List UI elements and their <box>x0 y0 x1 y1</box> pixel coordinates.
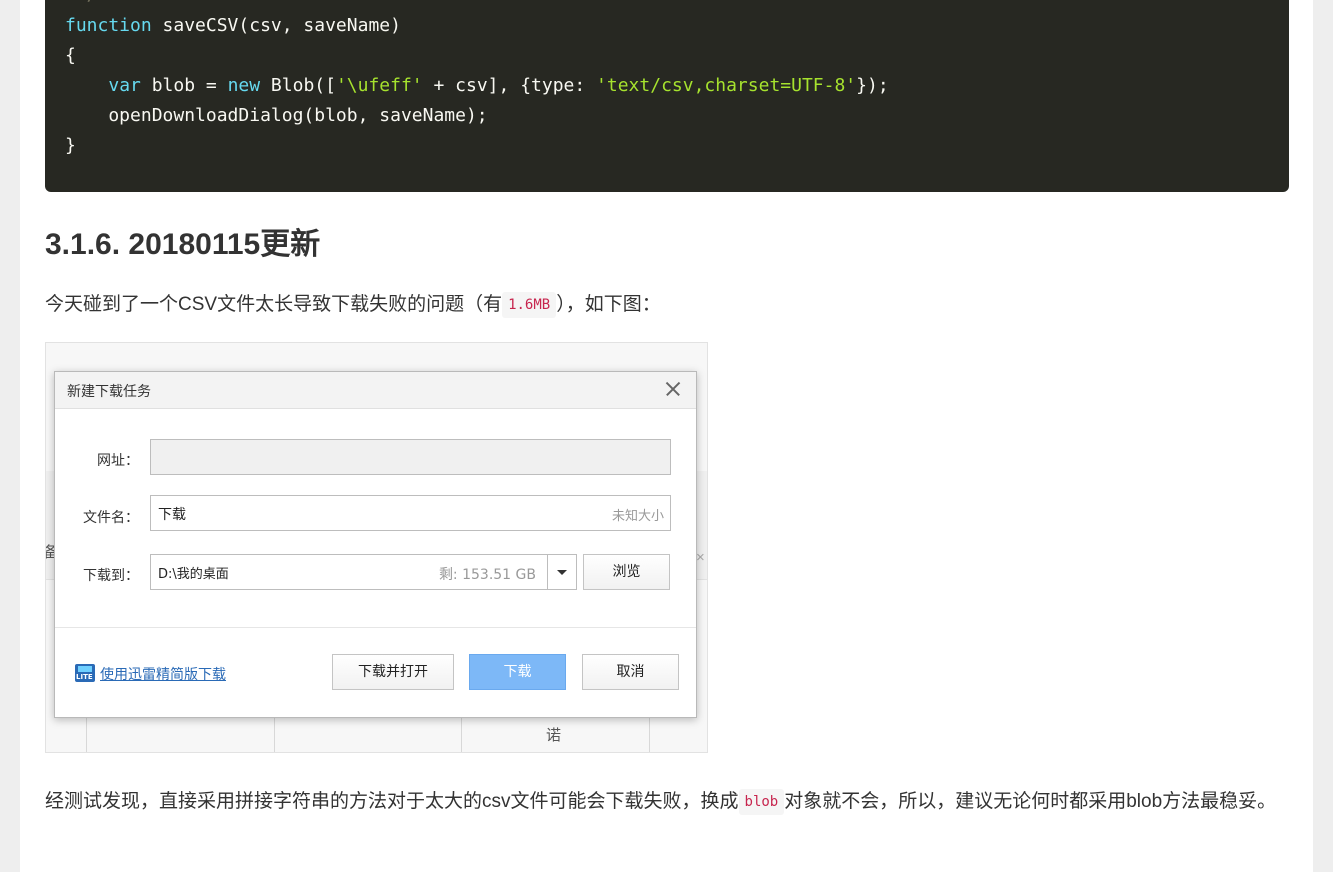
saveto-value: D:\我的桌面 <box>158 567 229 582</box>
background-col <box>86 713 87 752</box>
paragraph-text: 对象就不会，所以，建议无论何时都采用blob方法最稳妥。 <box>784 791 1277 812</box>
background-text: × <box>696 549 705 566</box>
background-text: 诺 <box>546 727 562 744</box>
code-string: 'text/csv,charset=UTF-8' <box>596 75 857 96</box>
dialog-titlebar: 新建下载任务 <box>55 372 696 409</box>
code-keyword: function <box>65 15 152 36</box>
xunlei-lite-icon <box>75 664 95 682</box>
code-block: */ function saveCSV(csv, saveName) { var… <box>45 0 1289 192</box>
filename-field[interactable]: 下载 未知大小 <box>150 495 671 531</box>
code-text: + csv], {type: <box>422 75 597 96</box>
code-line-2: { <box>65 45 76 66</box>
filename-size-hint: 未知大小 <box>611 509 664 524</box>
code-keyword: new <box>227 75 261 96</box>
article: */ function saveCSV(csv, saveName) { var… <box>20 0 1313 872</box>
url-label: 网址： <box>97 453 139 469</box>
download-and-open-button[interactable]: 下载并打开 <box>332 654 454 690</box>
dialog-title: 新建下载任务 <box>67 384 151 400</box>
inline-code: blob <box>738 789 785 815</box>
filename-value: 下载 <box>158 507 186 523</box>
code-string: '\ufeff' <box>335 75 423 96</box>
background-col <box>649 713 650 752</box>
code-text: }); <box>856 75 889 96</box>
paragraph-intro: 今天碰到了一个CSV文件太长导致下载失败的问题（有 1.6MB ），如下图： <box>45 288 661 322</box>
saveto-field[interactable]: D:\我的桌面 剩: 153.51 GB <box>150 554 577 590</box>
inline-code: 1.6MB <box>502 292 557 318</box>
url-field[interactable] <box>150 439 671 475</box>
code-text: Blob([ <box>260 75 336 96</box>
code-line-4: openDownloadDialog(blob, saveName); <box>65 105 488 126</box>
xunlei-lite-link[interactable]: 使用迅雷精简版下载 <box>100 664 226 684</box>
code-line-5: } <box>65 135 76 156</box>
paragraph-text: 今天碰到了一个CSV文件太长导致下载失败的问题（有 <box>45 294 503 315</box>
paragraph-text: ），如下图： <box>556 294 661 315</box>
paragraph-text: 经测试发现，直接采用拼接字符串的方法对于太大的csv文件可能会下载失败，换成 <box>45 791 739 812</box>
code-comment-end: */ <box>65 0 98 6</box>
download-button[interactable]: 下载 <box>469 654 566 690</box>
background-col <box>461 713 462 752</box>
saveto-dropdown-button[interactable] <box>547 555 576 589</box>
filename-label: 文件名： <box>83 510 139 526</box>
cancel-button[interactable]: 取消 <box>582 654 679 690</box>
code-keyword: var <box>108 75 141 96</box>
code-text: saveCSV(csv, saveName) <box>151 15 401 36</box>
chevron-down-icon <box>557 570 567 575</box>
section-heading: 3.1.6. 20180115更新 <box>45 228 321 261</box>
screenshot-figure: 备 × 诺 新建下载任务 网址： 文件名： 下载 未知大小 下载到： D:\我的… <box>45 342 708 753</box>
free-space-text: 剩: 153.51 GB <box>438 567 536 583</box>
code-text: blob = <box>140 75 228 96</box>
saveto-label: 下载到： <box>83 568 139 584</box>
code-line-3: var blob = new Blob(['\ufeff' + csv], {t… <box>65 75 889 97</box>
paragraph-conclusion: 经测试发现，直接采用拼接字符串的方法对于太大的csv文件可能会下载失败，换成 bl… <box>45 785 1285 819</box>
background-col <box>274 713 275 752</box>
code-line-1: function saveCSV(csv, saveName) <box>65 15 401 37</box>
close-icon[interactable] <box>662 378 684 400</box>
dialog-divider <box>55 627 696 628</box>
browse-button[interactable]: 浏览 <box>583 554 670 590</box>
download-dialog: 新建下载任务 网址： 文件名： 下载 未知大小 下载到： D:\我的桌面 剩: … <box>54 371 697 718</box>
